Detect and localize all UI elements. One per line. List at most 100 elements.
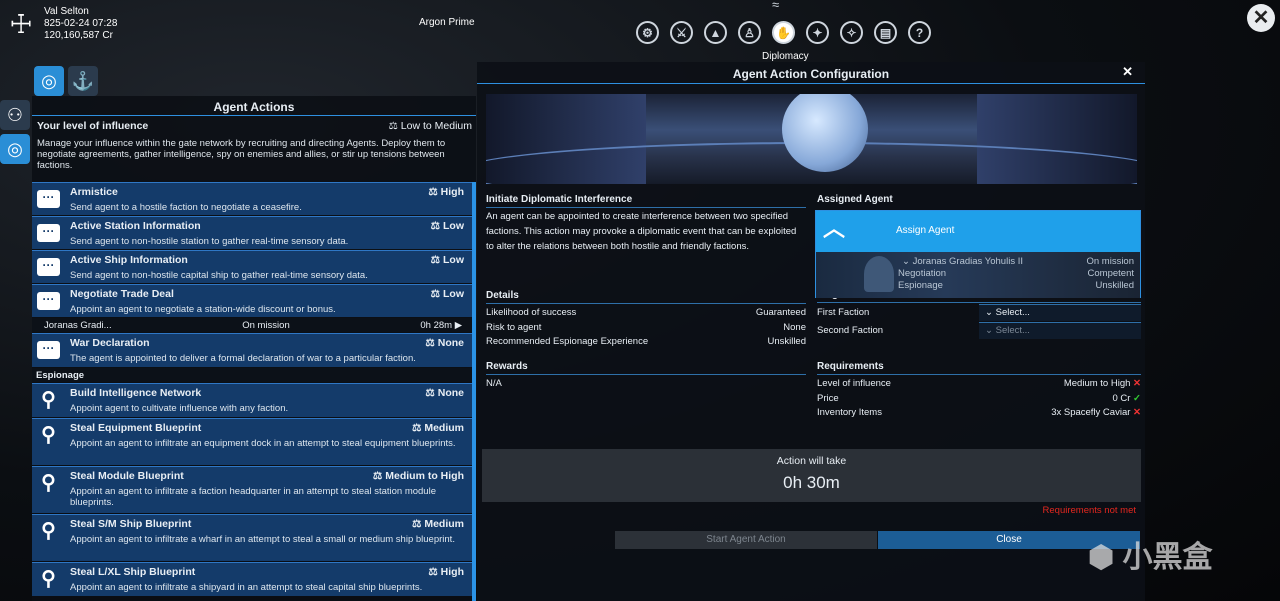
action-level-text: High	[440, 566, 464, 578]
list-scrollbar[interactable]	[472, 182, 476, 601]
rewards-header: Rewards	[486, 361, 528, 372]
action-row-active-station-info[interactable]: ··· Active Station Information ⚖ Low Sen…	[32, 216, 472, 249]
watermark: ⬢ 小黑盒	[1088, 540, 1213, 576]
first-faction-select[interactable]: ⌄ Select...	[979, 304, 1141, 321]
action-level: ⚖ High	[428, 566, 464, 578]
handshake-icon[interactable]: ✋	[772, 21, 795, 44]
person-icon[interactable]: ♙	[738, 21, 761, 44]
game-date: 825-02-24 07:28	[44, 18, 118, 29]
chevron-up-icon: ︿	[823, 216, 846, 241]
chevron-down-icon: ⌄	[985, 307, 996, 318]
anchor-tab-icon[interactable]: ⚓	[68, 66, 98, 96]
req-value-wrap: 3x Spacefly Caviar ✕	[1051, 406, 1141, 421]
section-espionage: Espionage	[32, 368, 472, 382]
start-agent-action-button[interactable]: Start Agent Action	[615, 531, 877, 549]
action-title: Build Intelligence Network	[70, 387, 202, 399]
network-icon[interactable]: ✧	[840, 21, 863, 44]
action-title: Steal Module Blueprint	[70, 470, 184, 482]
divider	[486, 303, 806, 304]
magnifier-icon: ⚲	[41, 472, 56, 494]
magnifier-icon: ⚲	[41, 424, 56, 446]
action-desc: The agent is appointed to deliver a form…	[70, 353, 416, 364]
requirement-row: Inventory Items 3x Spacefly Caviar ✕	[817, 406, 1141, 421]
close-icon[interactable]: ✕	[1122, 64, 1133, 80]
help-icon[interactable]: ?	[908, 21, 931, 44]
action-row-armistice[interactable]: ··· Armistice ⚖ High Send agent to a hos…	[32, 182, 472, 215]
action-level-text: Medium	[424, 422, 464, 434]
action-title: Steal L/XL Ship Blueprint	[70, 566, 196, 578]
speech-bubble-icon: ···	[37, 224, 60, 242]
action-row-steal-equipment-bp[interactable]: ⚲ Steal Equipment Blueprint ⚖ Medium App…	[32, 418, 472, 465]
action-level: ⚖ Medium	[411, 422, 464, 434]
second-faction-select[interactable]: ⌄ Select...	[979, 322, 1141, 339]
action-row-war-declaration[interactable]: ··· War Declaration ⚖ None The agent is …	[32, 333, 472, 367]
active-mission-row[interactable]: Joranas Gradi... On mission 0h 28m ▶	[32, 318, 472, 332]
watermark-logo-icon: ⬢	[1088, 541, 1123, 574]
divider	[486, 374, 806, 375]
action-desc: Appoint an agent to infiltrate a shipyar…	[70, 582, 423, 593]
action-level-text: Medium	[424, 518, 464, 530]
group-side-icon[interactable]: ⚇	[0, 100, 30, 130]
action-level: ⚖ None	[425, 387, 464, 399]
details-header: Details	[486, 290, 519, 301]
chevron-down-icon: ⌄	[902, 256, 913, 267]
action-row-steal-lxl-ship-bp[interactable]: ⚲ Steal L/XL Ship Blueprint ⚖ High Appoi…	[32, 562, 472, 596]
close-menu-button[interactable]: ✕	[1247, 4, 1275, 32]
collapse-menu-icon[interactable]: ≈	[772, 0, 779, 11]
action-level: ⚖ Low	[430, 220, 464, 232]
action-level: ⚖ Low	[430, 288, 464, 300]
action-title: Armistice	[70, 186, 118, 198]
speech-bubble-icon: ···	[37, 341, 60, 359]
detail-key: Likelihood of success	[486, 307, 577, 318]
action-desc: Send agent to non-hostile capital ship t…	[70, 270, 368, 281]
agents-side-icon[interactable]: ◎	[0, 134, 30, 164]
flask-icon[interactable]: ▲	[704, 21, 727, 44]
agent-action-config-panel: Agent Action Configuration ✕ Initiate Di…	[477, 62, 1145, 601]
agents-tab-icon[interactable]: ◎	[34, 66, 64, 96]
action-title: Steal Equipment Blueprint	[70, 422, 202, 434]
assigned-agent-box: ︿ Assign Agent ⌄ Joranas Gradias Yohulis…	[815, 210, 1141, 298]
agent-card[interactable]: ⌄ Joranas Gradias Yohulis II On mission …	[816, 252, 1140, 298]
action-level: ⚖ None	[425, 337, 464, 349]
player-name: Val Selton	[44, 6, 89, 17]
action-row-negotiate-trade-deal[interactable]: ··· Negotiate Trade Deal ⚖ Low Appoint a…	[32, 284, 472, 317]
check-icon: ✓	[1133, 392, 1141, 404]
requirements-not-met: Requirements not met	[1042, 505, 1136, 516]
influence-label: Your level of influence	[37, 120, 149, 132]
action-desc: Appoint an agent to infiltrate a wharf i…	[70, 534, 455, 545]
cross-icon: ✕	[1133, 378, 1141, 389]
emblem-icon[interactable]: ✦	[806, 21, 829, 44]
swords-icon[interactable]: ⚔	[670, 21, 693, 44]
second-faction-row: Second Faction ⌄ Select...	[817, 322, 1141, 339]
detail-value: Guaranteed	[755, 307, 806, 318]
vitruvian-logo-icon: ☩	[9, 9, 33, 39]
select-value: Select...	[995, 325, 1030, 336]
cross-icon: ✕	[1133, 407, 1141, 418]
requirements-header: Requirements	[817, 361, 884, 372]
requirement-row: Level of influence Medium to High ✕	[817, 377, 1141, 392]
req-value-wrap: 0 Cr ✓	[1112, 392, 1141, 407]
agent-name: Joranas Gradias Yohulis II	[912, 256, 1023, 267]
nav-active-label: Diplomacy	[762, 51, 809, 62]
action-info: Initiate Diplomatic Interference An agen…	[486, 194, 806, 254]
agent-skill-2: Espionage	[898, 280, 943, 291]
assign-agent-button[interactable]: ︿ Assign Agent	[816, 211, 1140, 252]
action-row-active-ship-info[interactable]: ··· Active Ship Information ⚖ Low Send a…	[32, 250, 472, 283]
divider	[817, 302, 1141, 303]
action-row-steal-sm-ship-bp[interactable]: ⚲ Steal S/M Ship Blueprint ⚖ Medium Appo…	[32, 514, 472, 561]
book-icon[interactable]: ▤	[874, 21, 897, 44]
action-level-text: None	[437, 387, 464, 399]
settings-icon[interactable]: ⚙	[636, 21, 659, 44]
watermark-text: 小黑盒	[1122, 541, 1213, 574]
rewards-section: Rewards N/A	[486, 361, 806, 392]
action-row-build-intel-network[interactable]: ⚲ Build Intelligence Network ⚖ None Appo…	[32, 383, 472, 417]
magnifier-icon: ⚲	[41, 520, 56, 542]
action-duration-box: Action will take 0h 30m	[482, 449, 1141, 502]
req-key: Price	[817, 392, 839, 404]
agent-skill-2-value: Unskilled	[1095, 280, 1134, 291]
agent-status: On mission	[1086, 256, 1134, 267]
player-credits: 120,160,587 Cr	[44, 30, 113, 41]
player-info: Val Selton 825-02-24 07:28 120,160,587 C…	[44, 6, 117, 42]
diplomacy-banner-image	[486, 94, 1137, 184]
action-row-steal-module-bp[interactable]: ⚲ Steal Module Blueprint ⚖ Medium to Hig…	[32, 466, 472, 513]
